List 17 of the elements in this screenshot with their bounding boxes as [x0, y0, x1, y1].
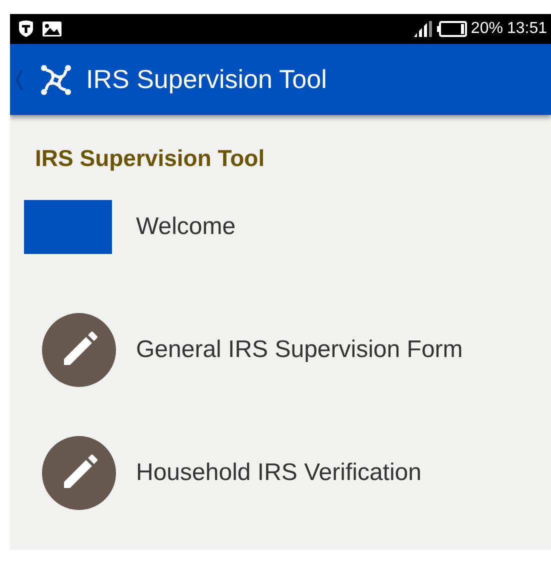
- logo-icon: [40, 64, 72, 96]
- menu-item[interactable]: General IRS Supervision Form: [10, 288, 551, 411]
- item-label: General IRS Supervision Form: [136, 336, 463, 364]
- menu-item[interactable]: Household IRS Verification: [10, 411, 551, 534]
- battery-percent: 20%: [470, 20, 503, 38]
- back-icon[interactable]: [16, 68, 24, 90]
- section-heading: IRS Supervision Tool: [34, 145, 266, 173]
- item-label: Welcome: [136, 212, 236, 240]
- pencil-icon: [42, 436, 116, 510]
- app-title: IRS Supervision Tool: [86, 64, 327, 95]
- clock-time: 13:51: [506, 20, 547, 38]
- battery-icon: [436, 21, 467, 37]
- item-label: Household IRS Verification: [136, 458, 422, 486]
- image-icon: [42, 21, 62, 37]
- shield-icon: [18, 20, 34, 38]
- signal-icon: [412, 21, 433, 37]
- pencil-icon: [42, 312, 116, 386]
